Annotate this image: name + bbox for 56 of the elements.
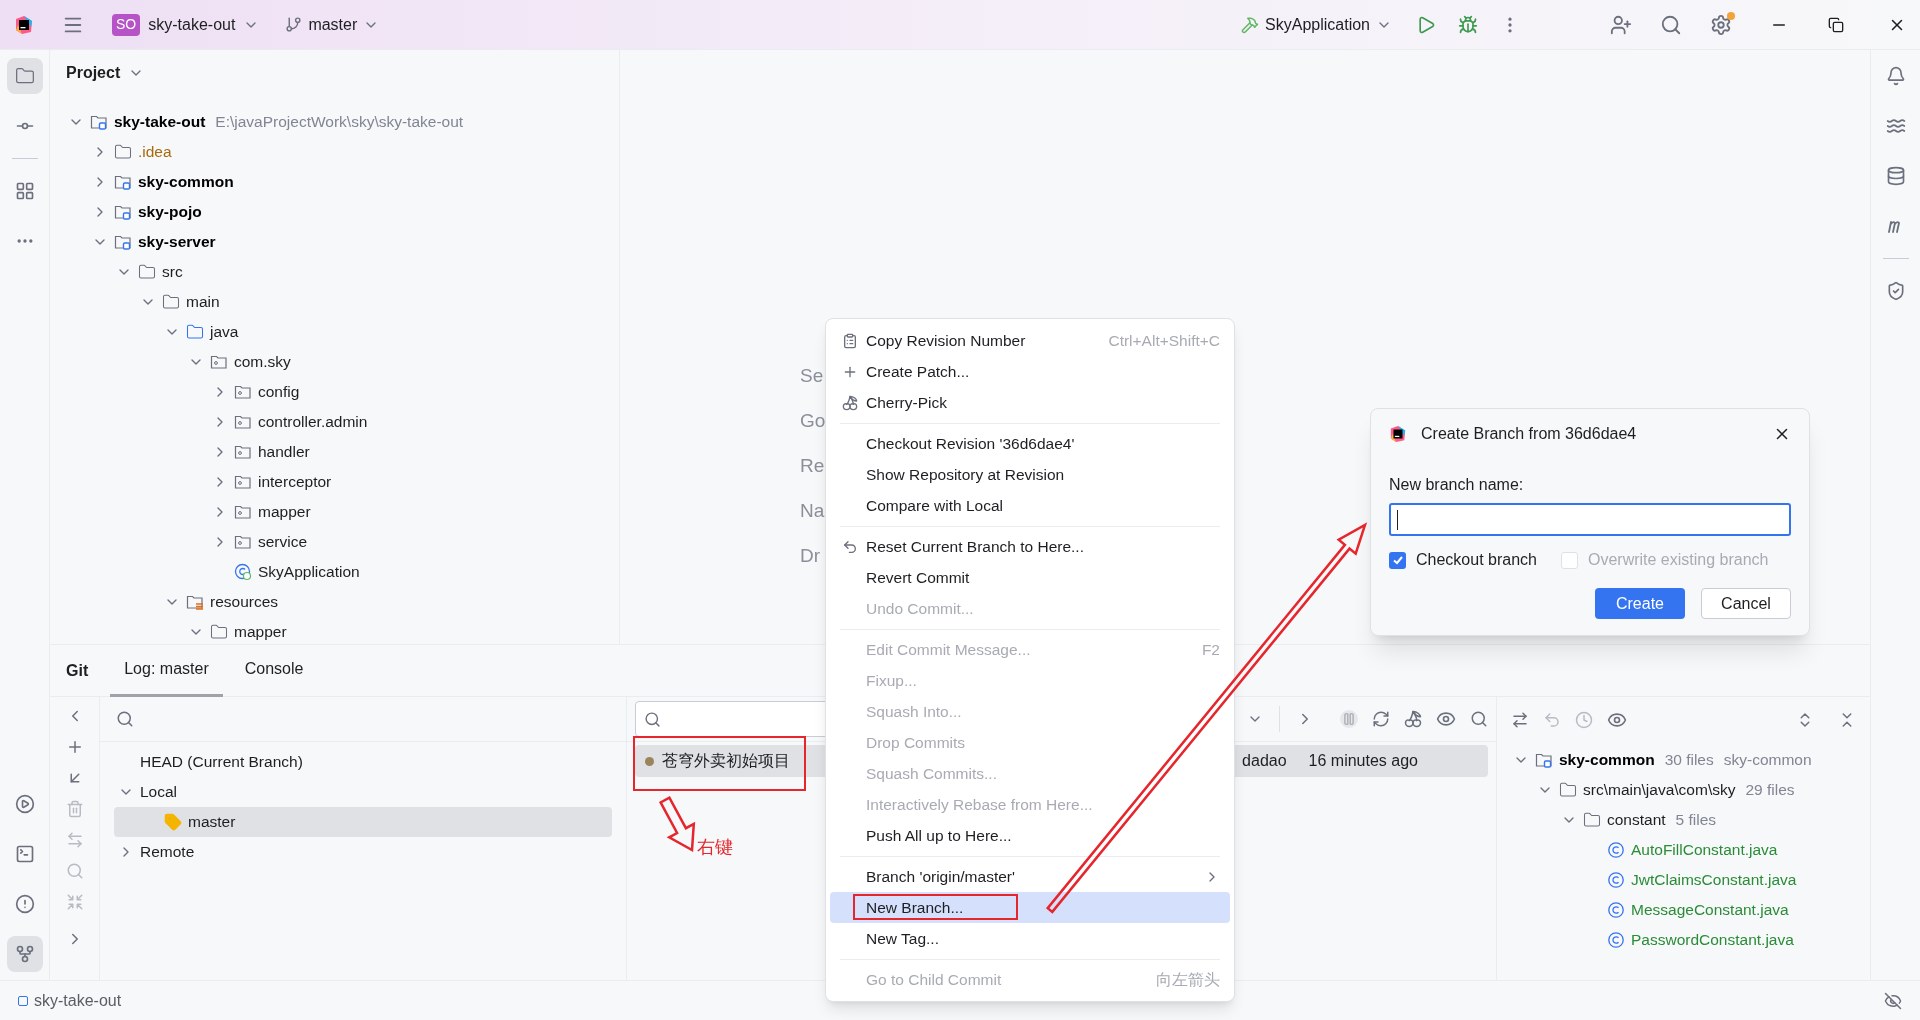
node-label: HEAD (Current Branch): [140, 752, 303, 773]
node-label: Local: [140, 782, 178, 803]
node-label: .idea: [138, 142, 172, 163]
commit-author: dadao: [1242, 751, 1287, 771]
node-label: constant: [1607, 810, 1666, 831]
checkbox-label: Overwrite existing branch: [1587, 550, 1769, 570]
node-label: controller.admin: [258, 412, 368, 433]
node-label: Remote: [140, 842, 195, 863]
node-label: main: [186, 292, 220, 313]
commit-date: 16 minutes ago: [1308, 751, 1418, 771]
shortcut-label: F2: [1201, 639, 1220, 660]
annotation-label: 右键: [697, 836, 733, 859]
node-label: sky-pojo: [138, 202, 202, 223]
node-label: com.sky: [234, 352, 291, 373]
node-label: src\main\java\com\sky: [1583, 780, 1736, 801]
commit-message: 苍穹外卖初始项目: [662, 751, 790, 771]
project-name: sky-take-out: [148, 14, 236, 35]
node-label: MessageConstant.java: [1631, 900, 1789, 921]
node-label: mapper: [258, 502, 311, 523]
node-hint: E:\javaProjectWork\sky\sky-take-out: [215, 112, 464, 133]
node-label: SkyApplication: [258, 562, 360, 583]
editor-hint: Dr: [800, 544, 821, 568]
branch-name: master: [308, 14, 358, 35]
node-label: sky-common: [138, 172, 234, 193]
node-label: AutoFillConstant.java: [1631, 840, 1778, 861]
status-project: sky-take-out: [34, 990, 122, 1011]
tool-window-title: Git: [66, 660, 89, 681]
node-label: JwtClaimsConstant.java: [1631, 870, 1797, 891]
editor-hint: Se: [800, 364, 824, 388]
node-label: java: [210, 322, 239, 343]
project-badge: SO: [112, 13, 141, 36]
node-label: master: [188, 812, 236, 833]
node-label: resources: [210, 592, 279, 613]
editor-hint: Re: [800, 454, 825, 478]
node-label: interceptor: [258, 472, 332, 493]
node-label: service: [258, 532, 308, 553]
node-hint: 5 files: [1675, 810, 1717, 831]
node-hint: 30 files: [1664, 750, 1714, 771]
shortcut-label: Ctrl+Alt+Shift+C: [1108, 330, 1220, 351]
editor-hint: Na: [800, 499, 825, 523]
node-label: config: [258, 382, 300, 403]
node-label: sky-common: [1559, 750, 1655, 771]
shortcut-label: 向左箭头: [1156, 969, 1220, 990]
node-hint: 29 files: [1745, 780, 1795, 801]
run-config-name: SkyApplication: [1265, 14, 1370, 35]
node-label: sky-server: [138, 232, 216, 253]
field-label: New branch name:: [1389, 475, 1525, 495]
node-label: PasswordConstant.java: [1631, 930, 1794, 951]
node-hint: sky-common: [1723, 750, 1812, 771]
editor-hint: Go: [800, 409, 826, 433]
node-label: src: [162, 262, 183, 283]
node-label: handler: [258, 442, 310, 463]
node-label: mapper: [234, 622, 287, 643]
node-label: sky-take-out: [114, 112, 206, 133]
checkbox-label: Checkout branch: [1416, 550, 1537, 570]
dialog-title: Create Branch from 36d6dae4: [1421, 424, 1637, 444]
